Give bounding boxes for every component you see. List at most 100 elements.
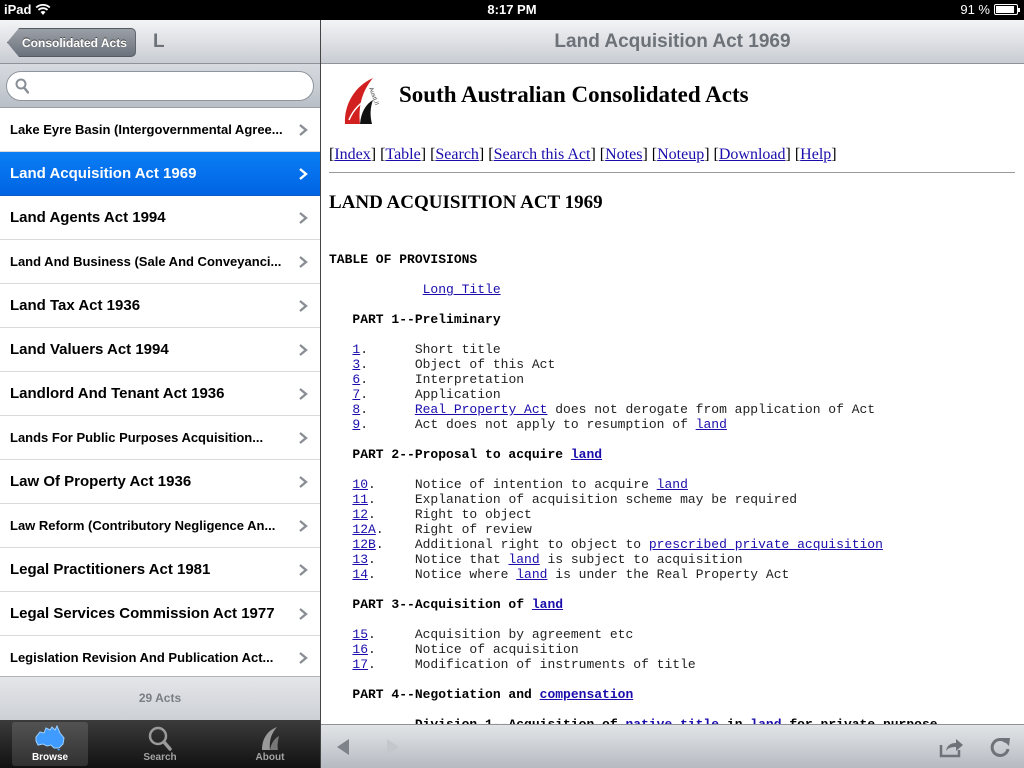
act-title: LAND ACQUISITION ACT 1969 [329, 192, 603, 213]
section-number-link[interactable]: 6 [352, 372, 360, 387]
toc-text: Explanation of acquisition scheme may be… [414, 492, 798, 507]
search-icon [148, 726, 172, 751]
toc-text: Notice where [414, 567, 517, 582]
austlii-logo-icon: AustLII [344, 78, 379, 124]
nav-link-table[interactable]: Table [385, 146, 420, 163]
toc-link[interactable]: land [508, 552, 539, 567]
chevron-right-icon [299, 168, 308, 180]
act-list-item[interactable]: Legislation Revision And Publication Act… [0, 636, 320, 680]
site-title: South Australian Consolidated Acts [399, 82, 749, 107]
section-number-link[interactable]: 12A [352, 522, 375, 537]
toc-text: Division 1--Acquisition of [415, 717, 626, 724]
toc-text: Right to object [414, 507, 532, 522]
section-number-link[interactable]: 17 [352, 657, 368, 672]
toc-link[interactable]: land [571, 447, 602, 462]
act-list-item[interactable]: Land Valuers Act 1994 [0, 328, 320, 372]
toc-row: 13. Notice that land is subject to acqui… [352, 552, 743, 567]
act-list-item-label: Land Agents Act 1994 [10, 209, 166, 226]
section-number-link[interactable]: 14 [352, 567, 368, 582]
act-list-item-label: Legal Practitioners Act 1981 [10, 561, 211, 578]
share-icon[interactable] [938, 735, 964, 759]
nav-link-help[interactable]: Help [800, 146, 831, 163]
toc-link[interactable]: native title [625, 717, 719, 724]
toc-heading: TABLE OF PROVISIONS [329, 252, 478, 267]
act-list-item[interactable]: Lake Eyre Basin (Intergovernmental Agree… [0, 108, 320, 152]
toc-link[interactable]: Real Property Act [415, 402, 548, 417]
toc-link[interactable]: prescribed private acquisition [649, 537, 883, 552]
nav-link-notes[interactable]: Notes [605, 146, 642, 163]
toc-text: for private purpose [782, 717, 937, 724]
act-list-item[interactable]: Land Tax Act 1936 [0, 284, 320, 328]
section-number-link[interactable]: 16 [352, 642, 368, 657]
section-number-link[interactable]: 13 [352, 552, 368, 567]
toc-row: 12A. Right of review [352, 522, 532, 537]
toc-row: 9. Act does not apply to resumption of l… [352, 417, 727, 432]
section-number-link[interactable]: 11 [352, 492, 368, 507]
act-list-item[interactable]: Land Agents Act 1994 [0, 196, 320, 240]
toc-row: 7. Application [352, 387, 501, 402]
section-number-link[interactable]: 1 [352, 342, 360, 357]
section-number-link[interactable]: 3 [352, 357, 360, 372]
tab-search[interactable]: Search [122, 722, 198, 766]
toc-row: 14. Notice where land is under the Real … [352, 567, 790, 582]
toc-link[interactable]: land [750, 717, 781, 724]
battery-fill [996, 6, 1015, 13]
section-number-link[interactable]: 12 [352, 507, 368, 522]
toc-row: 17. Modification of instruments of title [352, 657, 696, 672]
reload-icon[interactable] [987, 735, 1013, 759]
tab-bar: Browse Search About [0, 720, 320, 768]
nav-link-noteup[interactable]: Noteup [657, 146, 704, 163]
act-list-item[interactable]: Legal Practitioners Act 1981 [0, 548, 320, 592]
toc-link[interactable]: land [532, 597, 563, 612]
nav-link-index[interactable]: Index [334, 146, 370, 163]
toc-part-heading: PART 4--Negotiation and compensation [329, 687, 1016, 702]
act-list-item[interactable]: Law Of Property Act 1936 [0, 460, 320, 504]
nav-link-search-this-act[interactable]: Search this Act [494, 146, 591, 163]
back-button[interactable]: Consolidated Acts [7, 28, 136, 57]
long-title-link[interactable]: Long Title [423, 282, 501, 297]
toc-spacer [329, 612, 1016, 627]
act-document[interactable]: AustLII South Australian Consolidated Ac… [321, 64, 1024, 724]
toc-row: 10. Notice of intention to acquire land [352, 477, 688, 492]
toc-text: Object of this Act [414, 357, 556, 372]
forward-arrow-icon[interactable] [379, 735, 405, 759]
list-navbar: Consolidated Acts L [0, 20, 320, 64]
act-list-item-label: Landlord And Tenant Act 1936 [10, 385, 225, 402]
tab-browse[interactable]: Browse [12, 722, 88, 766]
section-number-link[interactable]: 12B [352, 537, 375, 552]
chevron-right-icon [299, 300, 308, 312]
chevron-right-icon [299, 124, 308, 136]
nav-link-search[interactable]: Search [435, 146, 479, 163]
toc-text: PART 4--Negotiation and [352, 687, 540, 702]
acts-list-pane: Consolidated Acts L Lake Eyre Basin (Int… [0, 20, 320, 720]
search-input[interactable] [6, 71, 314, 101]
act-list-item[interactable]: Law Reform (Contributory Negligence An..… [0, 504, 320, 548]
tab-about[interactable]: About [232, 722, 308, 766]
act-list-item[interactable]: Land And Business (Sale And Conveyanci..… [0, 240, 320, 284]
divider-line [329, 172, 1015, 173]
toc-text: PART 2--Proposal to acquire [352, 447, 571, 462]
act-list-item[interactable]: Legal Services Commission Act 1977 [0, 592, 320, 636]
long-title-row: Long Title [329, 282, 1016, 297]
toc-link[interactable]: land [657, 477, 688, 492]
section-number-link[interactable]: 15 [352, 627, 368, 642]
toc-text: is under the Real Property Act [547, 567, 790, 582]
chevron-right-icon [299, 344, 308, 356]
back-arrow-icon[interactable] [333, 735, 359, 759]
section-number-link[interactable]: 8 [352, 402, 360, 417]
toc-link[interactable]: land [516, 567, 547, 582]
nav-link-download[interactable]: Download [719, 146, 786, 163]
act-list-item-label: Land Acquisition Act 1969 [10, 165, 197, 182]
act-list-item[interactable]: Lands For Public Purposes Acquisition... [0, 416, 320, 460]
section-number-link[interactable]: 10 [352, 477, 368, 492]
section-number-link[interactable]: 7 [352, 387, 360, 402]
act-list-item[interactable]: Land Acquisition Act 1969 [0, 152, 320, 196]
section-number-link[interactable]: 9 [352, 417, 360, 432]
act-list-item-label: Land Valuers Act 1994 [10, 341, 169, 358]
toc-text: Additional right to object to [414, 537, 649, 552]
toc-text: Act does not apply to resumption of [414, 417, 696, 432]
act-list-item[interactable]: Landlord And Tenant Act 1936 [0, 372, 320, 416]
toc-link[interactable]: compensation [540, 687, 634, 702]
toc-row: 3. Object of this Act [352, 357, 556, 372]
toc-link[interactable]: land [696, 417, 727, 432]
